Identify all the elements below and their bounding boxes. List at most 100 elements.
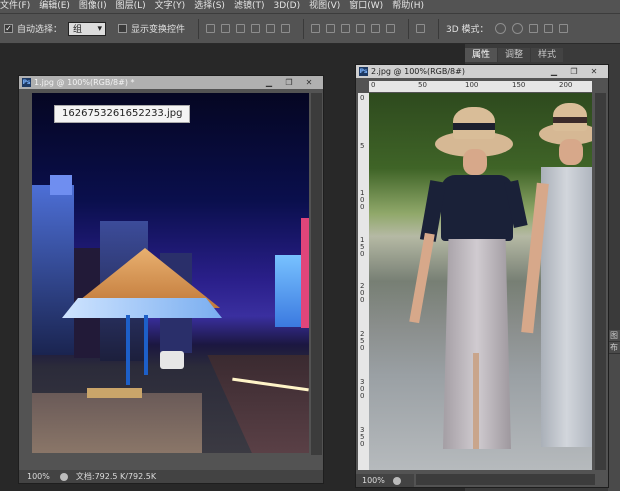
minimize-icon[interactable]: ▁ bbox=[548, 66, 560, 77]
document-1-canvas[interactable]: 1626753261652233.jpg bbox=[32, 93, 309, 453]
menu-type[interactable]: 文字(Y) bbox=[155, 0, 186, 13]
document-1-statusbar: 100% 文档:792.5 K/792.5K bbox=[19, 470, 323, 483]
ruler-label: 0 bbox=[371, 81, 376, 89]
status-info-icon[interactable] bbox=[392, 476, 401, 485]
leg bbox=[473, 353, 479, 449]
document-window-1[interactable]: Ps 1.jpg @ 100%(RGB/8#) * ▁ ❐ ✕ 16267532… bbox=[18, 75, 324, 484]
show-transform-label: 显示变换控件 bbox=[131, 25, 186, 35]
options-bar: ✓ 自动选择： 组 ▾ 显示变换控件 3D 模式： bbox=[0, 13, 620, 44]
document-2-statusbar: 100% bbox=[356, 474, 414, 487]
auto-select-dropdown[interactable]: 组 ▾ bbox=[68, 21, 107, 36]
3d-rotate-icon[interactable] bbox=[494, 23, 506, 34]
align-top-icon[interactable] bbox=[206, 24, 216, 33]
car bbox=[160, 351, 184, 369]
menu-3d[interactable]: 3D(D) bbox=[273, 0, 300, 13]
ruler-label: 0 bbox=[360, 94, 365, 102]
pavilion-roof bbox=[62, 298, 222, 318]
menu-edit[interactable]: 编辑(E) bbox=[39, 0, 70, 13]
tab-properties[interactable]: 属性 bbox=[465, 48, 498, 62]
distribute-hcenter-icon[interactable] bbox=[371, 24, 381, 33]
menu-window[interactable]: 窗口(W) bbox=[349, 0, 383, 13]
menu-file[interactable]: 文件(F) bbox=[0, 0, 30, 13]
ruler-label: 2 0 0 bbox=[360, 282, 365, 304]
horizontal-ruler[interactable]: 0 50 100 150 200 bbox=[369, 81, 592, 92]
3d-scale-icon[interactable] bbox=[558, 24, 568, 33]
document-2-title: 2.jpg @ 100%(RGB/8#) bbox=[371, 67, 465, 76]
ruler-label: 5 bbox=[360, 142, 365, 150]
arm bbox=[409, 232, 435, 324]
menu-filter[interactable]: 滤镜(T) bbox=[234, 0, 265, 13]
grey-dress bbox=[541, 167, 592, 447]
chevron-down-icon: ▾ bbox=[97, 23, 103, 34]
menu-view[interactable]: 视图(V) bbox=[309, 0, 340, 13]
document-1-title: 1.jpg @ 100%(RGB/8#) * bbox=[34, 78, 135, 87]
divider bbox=[408, 18, 410, 39]
ps-icon: Ps bbox=[22, 78, 31, 87]
ruler-label: 1 5 0 bbox=[360, 236, 365, 258]
vertical-scrollbar[interactable] bbox=[311, 93, 322, 455]
hat-band bbox=[453, 123, 495, 130]
close-icon[interactable]: ✕ bbox=[588, 66, 600, 77]
align-right-icon[interactable] bbox=[281, 24, 291, 33]
building bbox=[32, 185, 74, 355]
ruler-label: 150 bbox=[512, 81, 526, 89]
panel-button-layers[interactable]: 图 bbox=[608, 330, 620, 342]
menu-help[interactable]: 帮助(H) bbox=[392, 0, 424, 13]
ruler-label: 1 0 0 bbox=[360, 189, 365, 211]
close-icon[interactable]: ✕ bbox=[303, 77, 315, 88]
panel-tabs: 属性 调整 样式 bbox=[465, 48, 564, 62]
distribute-top-icon[interactable] bbox=[311, 24, 321, 33]
face bbox=[463, 149, 487, 175]
auto-select-label: 自动选择： bbox=[17, 25, 63, 35]
document-2-canvas[interactable] bbox=[369, 93, 592, 470]
restore-icon[interactable]: ❐ bbox=[568, 66, 580, 77]
menu-layer[interactable]: 图层(L) bbox=[116, 0, 146, 13]
menu-image[interactable]: 图像(I) bbox=[79, 0, 107, 13]
distribute-bottom-icon[interactable] bbox=[341, 24, 351, 33]
auto-select-checkbox[interactable]: ✓ bbox=[4, 24, 13, 33]
status-info-icon[interactable] bbox=[59, 472, 68, 481]
pavilion-pole bbox=[126, 315, 130, 385]
horizontal-scrollbar[interactable] bbox=[416, 474, 595, 485]
building bbox=[275, 255, 303, 327]
menu-select[interactable]: 选择(S) bbox=[194, 0, 225, 13]
auto-align-icon[interactable] bbox=[416, 24, 426, 33]
pavilion-pole bbox=[144, 315, 148, 375]
distribute-vcenter-icon[interactable] bbox=[326, 24, 336, 33]
zoom-level[interactable]: 100% bbox=[27, 472, 50, 481]
divider bbox=[303, 18, 305, 39]
3d-drag-icon[interactable] bbox=[528, 24, 538, 33]
align-left-icon[interactable] bbox=[251, 24, 261, 33]
3d-slide-icon[interactable] bbox=[543, 24, 553, 33]
align-bottom-icon[interactable] bbox=[236, 24, 246, 33]
tab-adjustments[interactable]: 调整 bbox=[498, 48, 531, 62]
vertical-ruler[interactable]: 0 5 1 0 0 1 5 0 2 0 0 2 5 0 3 0 0 3 5 0 bbox=[358, 93, 369, 470]
3d-roll-icon[interactable] bbox=[511, 23, 523, 34]
ruler-label: 2 5 0 bbox=[360, 330, 365, 352]
vertical-scrollbar[interactable] bbox=[595, 93, 606, 470]
distribute-left-icon[interactable] bbox=[356, 24, 366, 33]
distribute-right-icon[interactable] bbox=[386, 24, 396, 33]
building bbox=[301, 218, 309, 328]
show-transform-checkbox[interactable] bbox=[118, 24, 128, 33]
align-vcenter-icon[interactable] bbox=[221, 24, 231, 33]
document-2-titlebar[interactable]: Ps 2.jpg @ 100%(RGB/8#) ▁ ❐ ✕ bbox=[356, 65, 608, 78]
menu-bar: 文件(F) 编辑(E) 图像(I) 图层(L) 文字(Y) 选择(S) 滤镜(T… bbox=[0, 0, 620, 13]
ruler-label: 200 bbox=[559, 81, 573, 89]
document-1-titlebar[interactable]: Ps 1.jpg @ 100%(RGB/8#) * ▁ ❐ ✕ bbox=[19, 76, 323, 89]
ruler-label: 100 bbox=[465, 81, 479, 89]
document-window-2[interactable]: Ps 2.jpg @ 100%(RGB/8#) ▁ ❐ ✕ 0 50 100 1… bbox=[355, 64, 609, 488]
3d-mode-label: 3D 模式： bbox=[446, 25, 489, 35]
hat-band bbox=[553, 117, 587, 123]
building bbox=[50, 175, 72, 195]
filename-tooltip: 1626753261652233.jpg bbox=[54, 105, 191, 123]
document-size: 文档:792.5 K/792.5K bbox=[75, 472, 157, 481]
tab-styles[interactable]: 样式 bbox=[531, 48, 564, 62]
restore-icon[interactable]: ❐ bbox=[283, 77, 295, 88]
align-hcenter-icon[interactable] bbox=[266, 24, 276, 33]
bench bbox=[87, 388, 142, 398]
collapsed-panel-strip: 图 布 bbox=[608, 330, 620, 491]
panel-button-canvas[interactable]: 布 bbox=[608, 342, 620, 354]
zoom-level[interactable]: 100% bbox=[362, 476, 385, 485]
minimize-icon[interactable]: ▁ bbox=[263, 77, 275, 88]
